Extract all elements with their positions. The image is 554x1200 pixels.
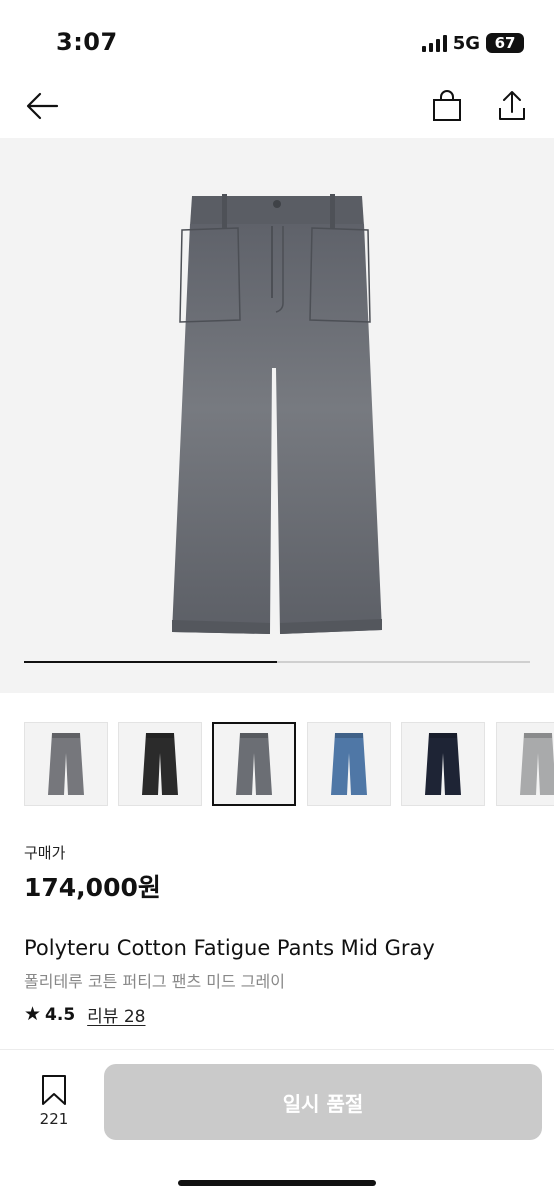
cellular-signal-icon <box>421 34 447 52</box>
share-icon <box>499 91 525 120</box>
home-indicator <box>178 1180 376 1186</box>
color-variant-thumbnail[interactable] <box>212 722 296 806</box>
sold-out-button[interactable]: 일시 품절 <box>104 1064 542 1140</box>
status-indicators: 5G 67 <box>421 32 524 54</box>
back-button[interactable] <box>20 84 64 128</box>
battery-icon: 67 <box>486 33 524 53</box>
price-label: 구매가 <box>24 844 66 862</box>
arrow-left-icon <box>26 92 59 120</box>
color-variant-thumbnail[interactable] <box>24 722 108 806</box>
rating-row: ★ 4.5 리뷰 28 <box>24 1002 146 1028</box>
status-time: 3:07 <box>56 28 118 56</box>
share-button[interactable] <box>490 84 534 128</box>
color-variant-thumbnail[interactable] <box>496 722 554 806</box>
carousel-progress-fill <box>24 661 277 663</box>
star-icon: ★ <box>24 1003 42 1025</box>
product-image <box>172 194 382 634</box>
color-variant-thumbnail[interactable] <box>401 722 485 806</box>
product-image-carousel[interactable] <box>0 138 554 693</box>
bookmark-button[interactable]: 221 <box>30 1074 78 1132</box>
status-bar: 3:07 5G 67 <box>0 0 554 80</box>
pants-thumbnail-image <box>425 733 461 795</box>
carousel-progress <box>24 661 530 663</box>
bookmark-count: 221 <box>39 1110 69 1128</box>
color-variant-thumbnail[interactable] <box>307 722 391 806</box>
pants-thumbnail-image <box>520 733 554 795</box>
price: 174,000원 <box>24 873 161 902</box>
divider <box>0 1049 554 1050</box>
product-name-ko: 폴리테루 코튼 퍼티그 팬츠 미드 그레이 <box>24 972 285 991</box>
pants-thumbnail-image <box>142 733 178 795</box>
pants-thumbnail-image <box>48 733 84 795</box>
network-type: 5G <box>452 32 480 54</box>
reviews-link[interactable]: 리뷰 28 <box>87 1002 145 1027</box>
battery-level: 67 <box>494 34 516 52</box>
nav-bar <box>0 80 554 138</box>
pants-thumbnail-image <box>236 733 272 795</box>
color-variant-thumbnail[interactable] <box>118 722 202 806</box>
rating-value: 4.5 <box>45 1004 76 1025</box>
color-variant-list <box>0 722 554 806</box>
shopping-bag-icon <box>433 90 461 121</box>
bookmark-icon <box>42 1075 66 1105</box>
product-name-en: Polyteru Cotton Fatigue Pants Mid Gray <box>24 936 435 960</box>
cart-button[interactable] <box>425 84 469 128</box>
pants-thumbnail-image <box>331 733 367 795</box>
